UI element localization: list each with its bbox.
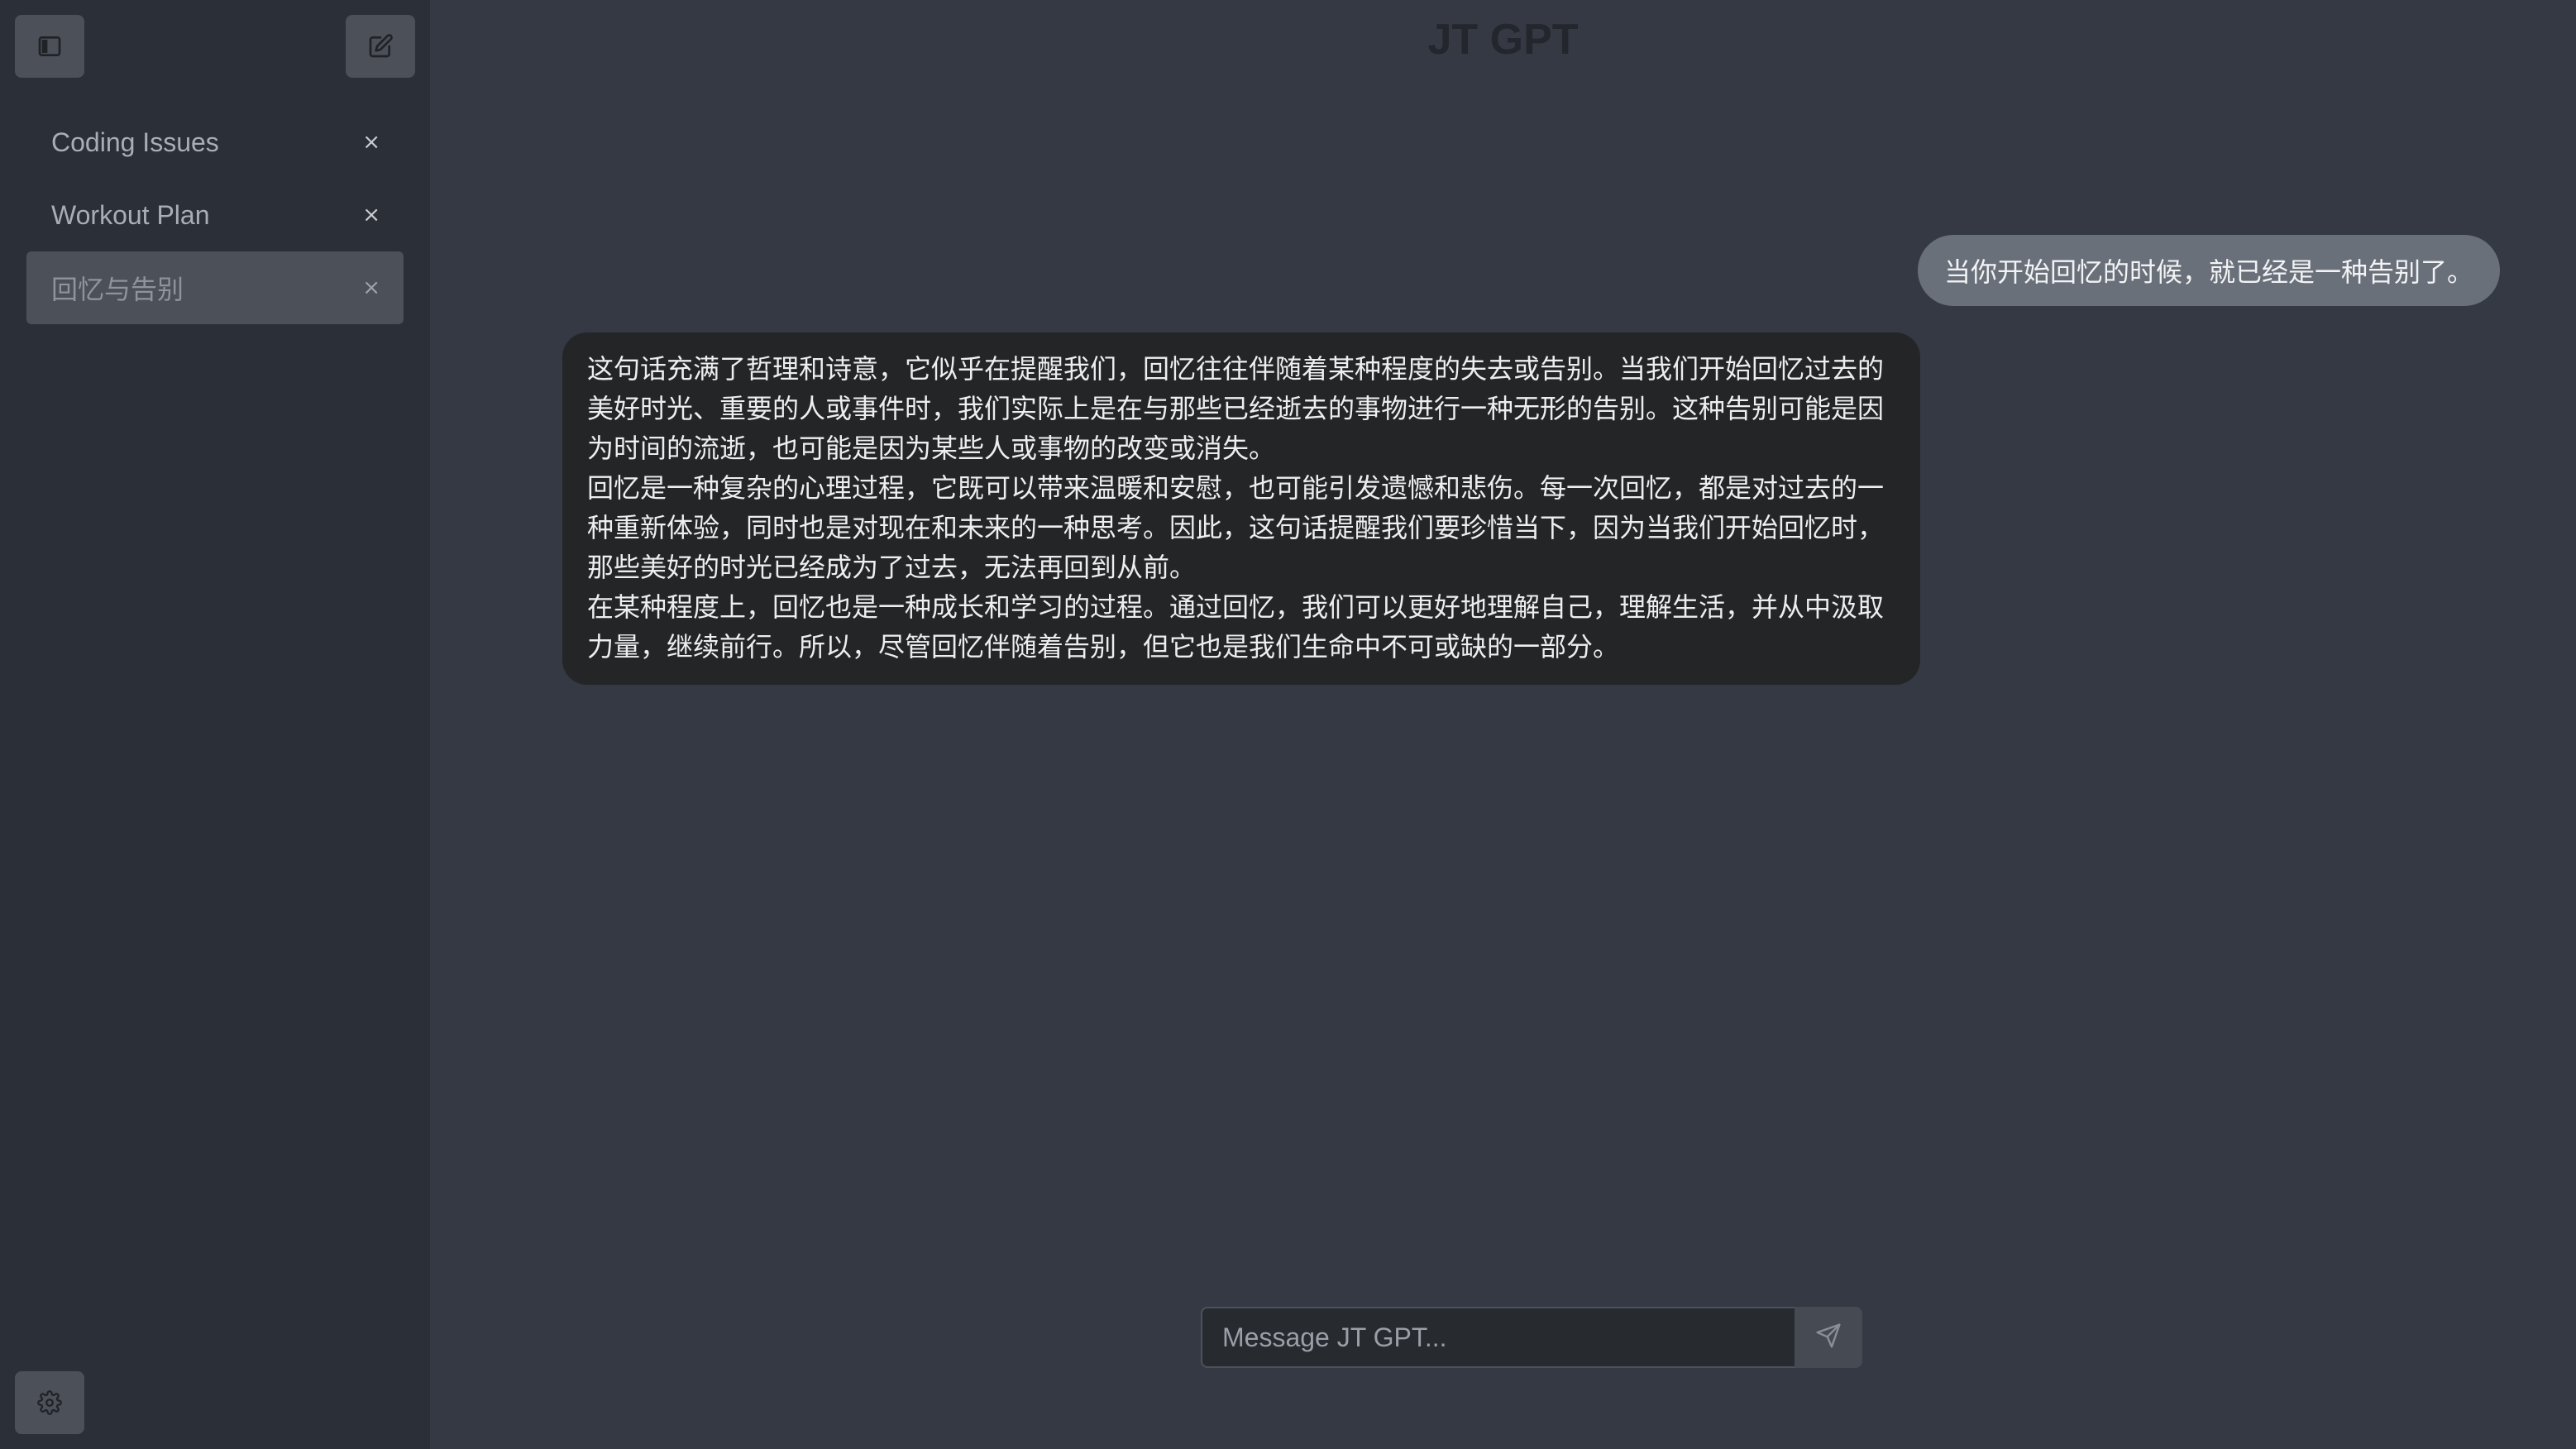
app-window: Coding Issues × Workout Plan × 回忆与告别 × J…	[0, 0, 2576, 1449]
sidebar: Coding Issues × Workout Plan × 回忆与告别 ×	[0, 0, 430, 1449]
chat-item-memory-farewell[interactable]: 回忆与告别 ×	[26, 251, 404, 324]
chat-item-coding-issues[interactable]: Coding Issues ×	[26, 106, 404, 179]
chat-item-label: Workout Plan	[51, 199, 210, 230]
chat-item-label: Coding Issues	[51, 127, 219, 157]
send-button[interactable]	[1795, 1307, 1862, 1368]
sidebar-toggle-button[interactable]	[15, 15, 84, 78]
sidebar-panel-icon	[36, 33, 63, 60]
assistant-message: 这句话充满了哲理和诗意，它似乎在提醒我们，回忆往往伴随着某种程度的失去或告别。当…	[562, 332, 1920, 685]
chat-item-label: 回忆与告别	[51, 275, 184, 304]
assistant-paragraph: 在某种程度上，回忆也是一种成长和学习的过程。通过回忆，我们可以更好地理解自己，理…	[587, 591, 1885, 662]
app-title: JT GPT	[1427, 16, 1579, 64]
edit-icon	[367, 33, 394, 60]
send-icon	[1815, 1322, 1842, 1352]
message-input[interactable]	[1201, 1307, 1795, 1368]
new-chat-button[interactable]	[346, 15, 415, 78]
chat-history-list: Coding Issues × Workout Plan × 回忆与告别 ×	[26, 106, 404, 324]
settings-button[interactable]	[15, 1371, 84, 1434]
assistant-paragraph: 这句话充满了哲理和诗意，它似乎在提醒我们，回忆往往伴随着某种程度的失去或告别。当…	[587, 353, 1885, 464]
close-icon[interactable]: ×	[362, 204, 380, 226]
chat-item-workout-plan[interactable]: Workout Plan ×	[26, 179, 404, 251]
gear-icon	[37, 1390, 62, 1415]
message-composer	[1201, 1307, 1862, 1368]
close-icon[interactable]: ×	[362, 132, 380, 153]
close-icon[interactable]: ×	[362, 277, 380, 299]
assistant-paragraph: 回忆是一种复杂的心理过程，它既可以带来温暖和安慰，也可能引发遗憾和悲伤。每一次回…	[587, 472, 1885, 583]
user-message: 当你开始回忆的时候，就已经是一种告别了。	[1917, 235, 2500, 306]
